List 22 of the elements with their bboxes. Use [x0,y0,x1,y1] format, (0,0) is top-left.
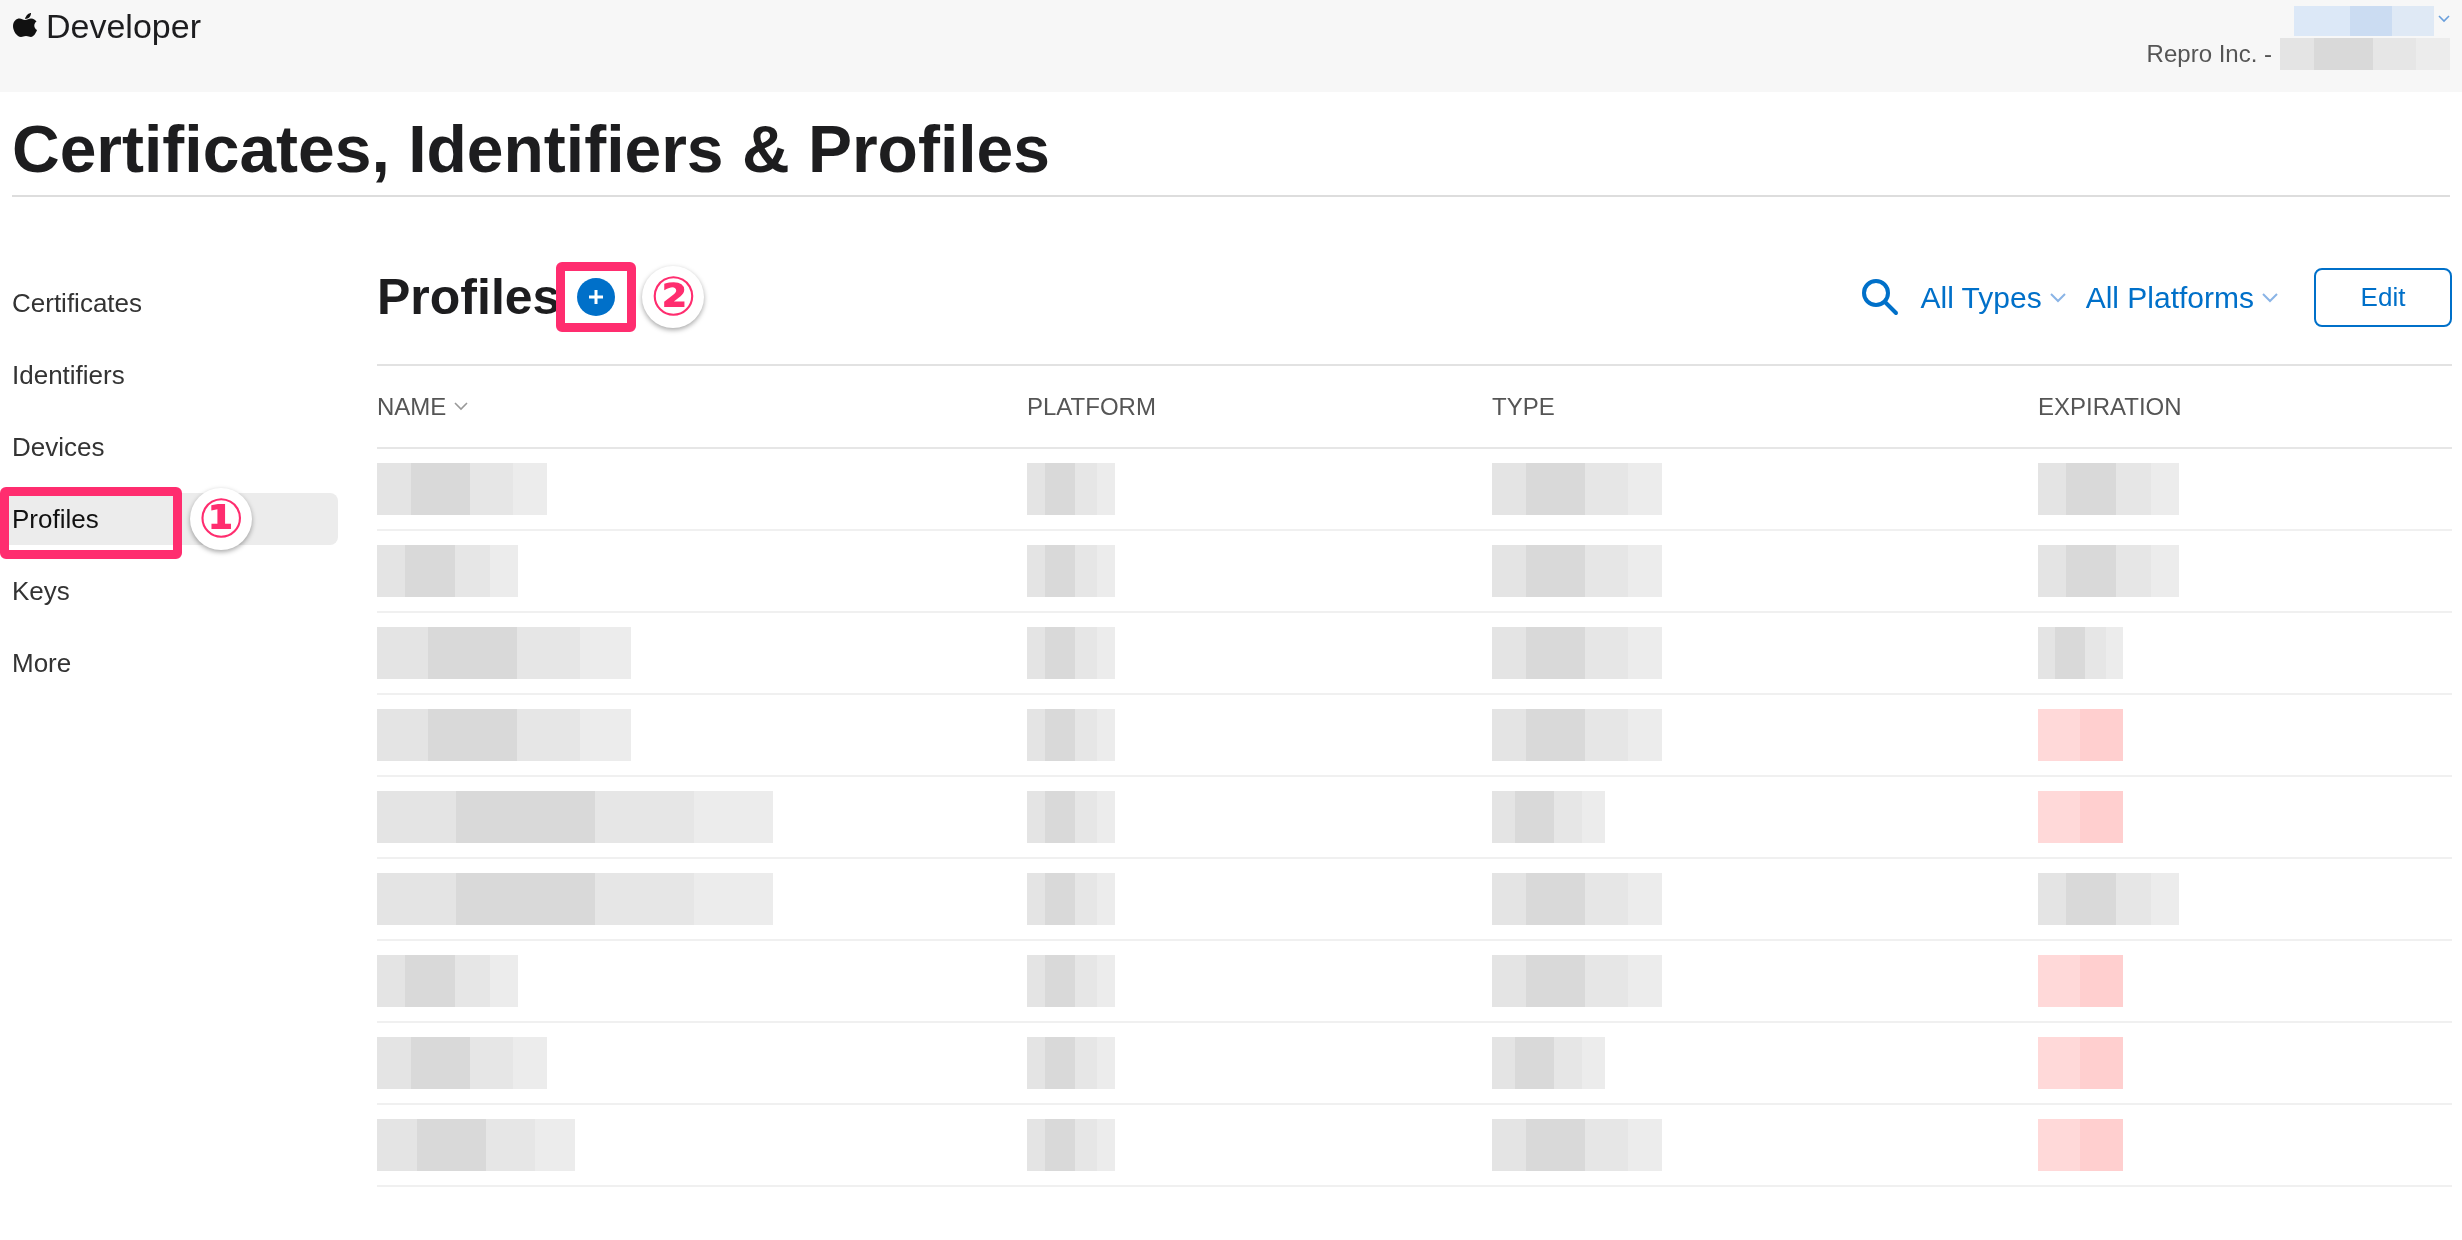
column-header[interactable]: NAME [377,388,469,425]
column-header: EXPIRATION [2038,391,2182,422]
sidebar-item[interactable]: Identifiers [12,349,125,402]
section-title: Profiles [377,272,561,323]
brand-name[interactable]: Developer [46,9,201,43]
sidebar-item[interactable]: Profiles [12,493,99,546]
step-number: ② [642,266,705,329]
search-icon[interactable] [1860,277,1901,318]
sidebar-item[interactable]: Keys [12,565,70,618]
edit-button[interactable]: Edit [2314,267,2452,327]
column-header: PLATFORM [1027,391,1156,422]
account-name: Repro Inc. - [2146,39,2272,69]
page-title: Certificates, Identifiers & Profiles [12,92,2450,198]
column-header: TYPE [1492,391,1555,422]
sidebar-item[interactable]: Certificates [12,277,143,330]
filter-dropdown[interactable]: All Types [1920,274,2042,320]
filter-dropdown[interactable]: All Platforms [2085,274,2254,320]
add-button[interactable] [577,278,616,317]
sidebar-item[interactable]: More [12,637,72,690]
sidebar-item[interactable]: Devices [12,421,105,474]
step-number: ① [190,488,252,551]
chevron-down-icon[interactable] [454,402,469,412]
